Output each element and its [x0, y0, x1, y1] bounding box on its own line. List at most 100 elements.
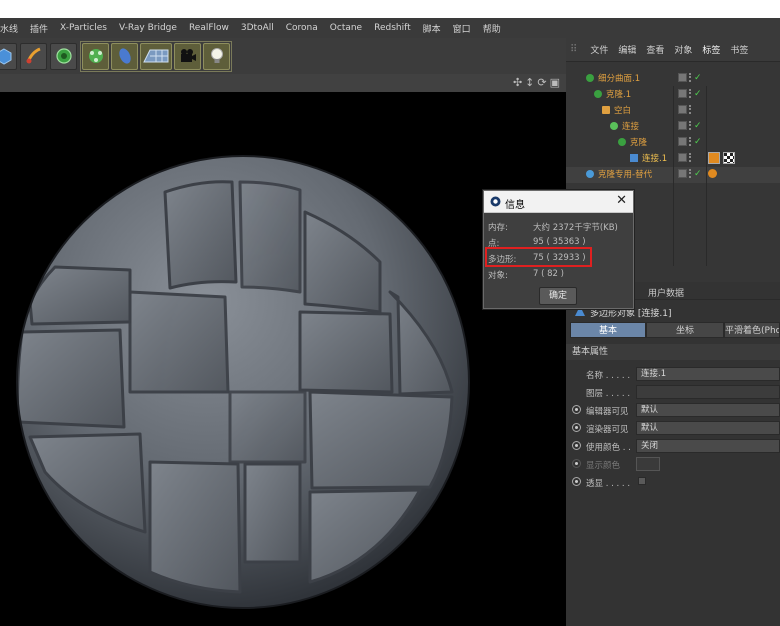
- list-item[interactable]: 连接.1: [566, 150, 780, 166]
- om-menu-bookmarks[interactable]: 书签: [725, 43, 753, 56]
- om-menu-objects[interactable]: 对象: [669, 43, 697, 56]
- tag-checker-icon[interactable]: [723, 152, 735, 164]
- camera-icon[interactable]: [174, 42, 201, 70]
- cloner-icon: [618, 138, 626, 146]
- toggle-view-icon[interactable]: ▣: [550, 76, 560, 89]
- menu-item-waterline[interactable]: 水线: [0, 22, 24, 35]
- visibility-dots[interactable]: [689, 153, 692, 162]
- menu-item-window[interactable]: 窗口: [447, 22, 477, 35]
- light-icon[interactable]: [203, 42, 230, 70]
- cloner-icon: [586, 170, 594, 178]
- tab-basic[interactable]: 基本: [570, 322, 646, 338]
- use-color-select[interactable]: 关闭: [636, 439, 780, 453]
- display-color-swatch: [636, 457, 660, 471]
- cube-icon[interactable]: [0, 42, 17, 70]
- object-name: 连接: [622, 122, 640, 132]
- animate-radio[interactable]: [572, 477, 581, 486]
- prop-use-color: 使用颜色 . . 关闭: [566, 438, 780, 454]
- floor-icon[interactable]: [140, 42, 172, 70]
- visibility-dots[interactable]: [689, 89, 692, 98]
- tab-phong[interactable]: 平滑着色(Pho: [724, 322, 780, 338]
- list-item[interactable]: 克隆 ✓: [566, 134, 780, 150]
- close-icon[interactable]: ✕: [616, 193, 627, 208]
- prop-label: 使用颜色 . .: [586, 443, 631, 453]
- menu-item-redshift[interactable]: Redshift: [368, 23, 417, 33]
- sweep-icon[interactable]: [111, 42, 138, 70]
- main-menu-bar: 水线 插件 X-Particles V-Ray Bridge RealFlow …: [0, 18, 780, 38]
- animate-radio: [572, 459, 581, 468]
- om-menu-file[interactable]: 文件: [585, 43, 613, 56]
- prop-label: 编辑器可见: [586, 407, 629, 417]
- animate-radio[interactable]: [572, 405, 581, 414]
- info-key: 对象:: [488, 271, 508, 281]
- list-item[interactable]: 空白: [566, 102, 780, 118]
- render-visible-select[interactable]: 默认: [636, 421, 780, 435]
- cloner-icon: [594, 90, 602, 98]
- enabled-check-icon[interactable]: ✓: [694, 73, 702, 83]
- layer-swatch: [678, 89, 687, 98]
- visibility-dots[interactable]: [689, 105, 692, 114]
- menu-item-vray-bridge[interactable]: V-Ray Bridge: [113, 23, 183, 33]
- connect-icon: [610, 122, 618, 130]
- menu-item-x-particles[interactable]: X-Particles: [54, 23, 113, 33]
- polygon-count-highlight-box: [485, 247, 592, 267]
- enabled-check-icon[interactable]: ✓: [694, 169, 702, 179]
- layer-swatch: [678, 73, 687, 82]
- viewport-nav-icons: ✣ ↕ ⟳ ▣: [513, 76, 560, 89]
- tab-user-data[interactable]: 用户数据: [648, 286, 684, 299]
- animate-radio[interactable]: [572, 423, 581, 432]
- attribute-mode-tabs: 基本 坐标 平滑着色(Pho: [570, 322, 780, 338]
- info-value: 95 ( 35363 ): [533, 237, 586, 247]
- 3d-viewport[interactable]: [0, 92, 566, 626]
- xray-checkbox[interactable]: [638, 477, 646, 485]
- menu-item-corona[interactable]: Corona: [280, 23, 324, 33]
- tab-coordinates[interactable]: 坐标: [646, 322, 724, 338]
- list-item[interactable]: 连接 ✓: [566, 118, 780, 134]
- om-menu-view[interactable]: 查看: [641, 43, 669, 56]
- enabled-check-icon[interactable]: ✓: [694, 89, 702, 99]
- visibility-dots[interactable]: [689, 169, 692, 178]
- tag-icon[interactable]: [708, 169, 717, 178]
- list-item[interactable]: 克隆.1 ✓: [566, 86, 780, 102]
- object-name: 连接.1: [642, 154, 668, 164]
- right-panel: ⠿ 文件 编辑 查看 对象 标签 书签 细分曲面.1 ✓ 克隆.1 ✓ 空白 连…: [566, 38, 780, 626]
- om-menu-edit[interactable]: 编辑: [613, 43, 641, 56]
- info-key: 内存:: [488, 223, 508, 233]
- prop-render-visible: 渲染器可见 默认: [566, 420, 780, 436]
- dialog-title: 信息: [505, 200, 525, 211]
- ok-button[interactable]: 确定: [539, 287, 577, 305]
- zoom-view-icon[interactable]: ↕: [525, 76, 534, 89]
- menu-item-help[interactable]: 帮助: [477, 22, 507, 35]
- visibility-dots[interactable]: [689, 137, 692, 146]
- menu-item-plugins[interactable]: 插件: [24, 22, 54, 35]
- visibility-dots[interactable]: [689, 121, 692, 130]
- dialog-titlebar: 信息 ✕: [484, 191, 633, 213]
- deformer-icon[interactable]: [82, 42, 109, 70]
- menu-item-script[interactable]: 脚本: [417, 22, 447, 35]
- info-value: 7 ( 82 ): [533, 269, 564, 279]
- menu-item-octane[interactable]: Octane: [324, 23, 368, 33]
- prop-name: 名称 . . . . . 连接.1: [566, 366, 780, 382]
- cloner-icon[interactable]: [50, 42, 77, 70]
- animate-radio[interactable]: [572, 441, 581, 450]
- enabled-check-icon[interactable]: ✓: [694, 121, 702, 131]
- editor-visible-select[interactable]: 默认: [636, 403, 780, 417]
- top-margin: [0, 0, 780, 18]
- list-item[interactable]: 克隆专用-替代 ✓: [566, 166, 780, 182]
- menu-item-3dtoall[interactable]: 3DtoAll: [235, 23, 280, 33]
- layer-field[interactable]: [636, 385, 780, 399]
- prop-label: 名称 . . . . .: [586, 371, 631, 381]
- menu-item-realflow[interactable]: RealFlow: [183, 23, 235, 33]
- rotate-view-icon[interactable]: ⟳: [537, 76, 546, 89]
- list-item[interactable]: 细分曲面.1 ✓: [566, 70, 780, 86]
- move-view-icon[interactable]: ✣: [513, 76, 522, 89]
- enabled-check-icon[interactable]: ✓: [694, 137, 702, 147]
- name-field[interactable]: 连接.1: [636, 367, 780, 381]
- brush-icon[interactable]: [20, 42, 47, 70]
- object-manager-menu: ⠿ 文件 编辑 查看 对象 标签 书签: [566, 38, 780, 62]
- panel-grip-icon[interactable]: ⠿: [570, 44, 577, 55]
- visibility-dots[interactable]: [689, 73, 692, 82]
- prop-display-color: 显示颜色: [566, 456, 780, 472]
- tag-material-icon[interactable]: [708, 152, 720, 164]
- om-menu-tags[interactable]: 标签: [697, 43, 725, 56]
